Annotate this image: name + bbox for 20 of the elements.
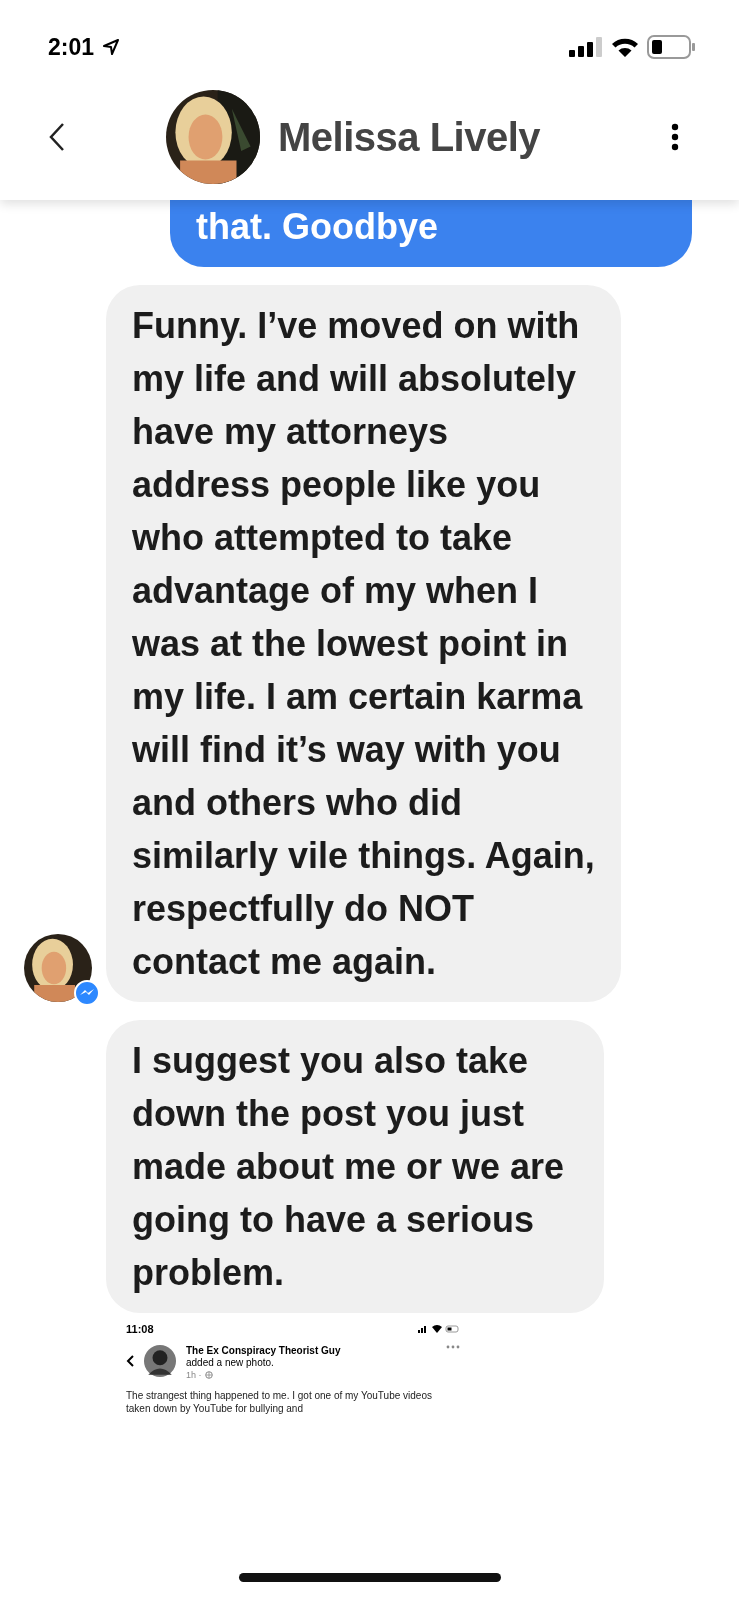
location-arrow-icon: [102, 38, 121, 56]
post-time: 1h ·: [186, 1369, 202, 1381]
status-time: 11:08: [126, 1323, 154, 1335]
wifi-icon: [611, 37, 639, 57]
back-icon[interactable]: [48, 122, 66, 152]
messenger-badge-icon: [74, 980, 100, 1006]
globe-icon: [204, 1371, 213, 1379]
received-message: I suggest you also take down the post you just made about me or we are going to have a serious problem.: [106, 1020, 604, 1313]
post-author: The Ex Conspiracy Theorist Guy: [186, 1345, 341, 1357]
post-text: The strangest thing happened to me. I got one of my YouTube videos taken down by YouTube for bullying and: [126, 1389, 433, 1415]
more-options-icon: [446, 1345, 460, 1349]
back-icon: [126, 1355, 134, 1367]
battery-icon: [647, 35, 695, 59]
received-message: Funny. I’ve moved on with my life and will absolutely have my attorneys address people like you who attempted to take advantage of my when I was at the lowest point in my life. I am certain karma will find it’s way with you and others who did similarly vile things. Again, respectfully do NOT contact me again.: [106, 285, 621, 1002]
signal-icon: [569, 37, 603, 57]
status-icons-drawing: [418, 1325, 460, 1333]
post-action: added a new photo.: [186, 1357, 275, 1369]
contact-name: Melissa Lively: [278, 114, 541, 160]
more-options-icon[interactable]: [671, 123, 679, 151]
status-time: 2:01: [48, 33, 95, 61]
